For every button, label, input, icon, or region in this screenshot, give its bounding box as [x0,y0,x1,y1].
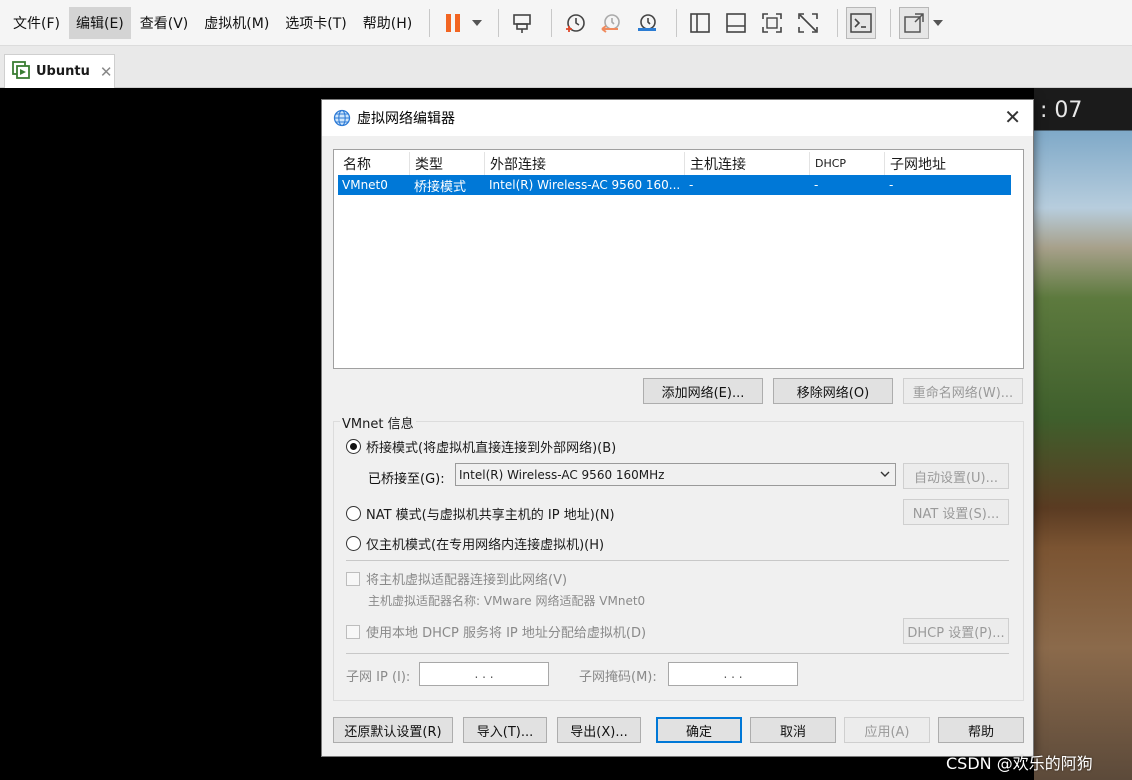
add-network-button[interactable]: 添加网络(E)... [643,378,763,404]
subnet-ip-field[interactable]: . . . [419,662,549,686]
guest-clock: : 07 [1040,98,1083,123]
radio-indicator [346,536,361,551]
menu-view[interactable]: 查看(V) [133,7,196,39]
bridged-to-label: 已桥接至(G): [368,472,445,487]
menu-bar: 文件(F) 编辑(E) 查看(V) 虚拟机(M) 选项卡(T) 帮助(H) [0,0,1132,46]
toolbar-separator [498,8,500,37]
dhcp-checkbox[interactable]: 使用本地 DHCP 服务将 IP 地址分配给虚拟机(D) [346,622,646,641]
show-library-icon[interactable] [685,7,715,39]
network-list[interactable]: 名称 类型 外部连接 主机连接 DHCP 子网地址 VMnet0 桥接模式 In… [333,149,1024,369]
host-only-radio[interactable]: 仅主机模式(在专用网络内连接虚拟机)(H) [346,534,604,553]
divider [346,560,1009,561]
checkbox-indicator [346,624,360,639]
auto-settings-button[interactable]: 自动设置(U)... [903,463,1009,489]
connect-adapter-checkbox[interactable]: 将主机虚拟适配器连接到此网络(V) [346,569,567,588]
export-button[interactable]: 导出(X)... [557,717,641,743]
cell-type: 桥接模式 [414,179,467,195]
close-icon[interactable]: ✕ [100,63,113,81]
adapter-name-text: 主机虚拟适配器名称: VMware 网络适配器 VMnet0 [368,594,646,608]
divider [346,653,1009,654]
watermark: CSDN @欢乐的阿狗 [946,754,1093,773]
remove-network-button[interactable]: 移除网络(O) [773,378,893,404]
toolbar-separator [429,8,431,37]
console-view-icon[interactable] [846,6,877,39]
full-screen-icon[interactable] [757,7,787,39]
chevron-down-icon [879,466,891,485]
menu-tabs[interactable]: 选项卡(T) [278,7,353,39]
cell-subnet: - [889,178,894,192]
tab-strip: Ubuntu ✕ [0,46,1132,88]
toolbar-separator [551,8,553,37]
send-keys-icon[interactable] [507,7,537,39]
column-header-host[interactable]: 主机连接 [685,152,810,175]
column-header-external[interactable]: 外部连接 [485,152,685,175]
cancel-button[interactable]: 取消 [750,717,836,743]
tab-ubuntu[interactable]: Ubuntu ✕ [4,54,115,88]
bridged-adapter-select[interactable]: Intel(R) Wireless-AC 9560 160MHz [455,463,896,486]
ok-button[interactable]: 确定 [656,717,742,743]
vm-icon [12,60,30,83]
dhcp-label: 使用本地 DHCP 服务将 IP 地址分配给虚拟机(D) [366,626,647,641]
cell-name: VMnet0 [342,178,388,192]
radio-indicator [346,439,361,454]
help-button[interactable]: 帮助 [938,717,1024,743]
toolbar-separator [837,8,839,37]
close-icon[interactable]: ✕ [1004,107,1021,127]
subnet-mask-field[interactable]: . . . [668,662,798,686]
snapshot-revert-icon[interactable] [596,7,626,39]
menu-help[interactable]: 帮助(H) [356,7,419,39]
thumbnail-bar-icon[interactable] [721,7,751,39]
dhcp-settings-button[interactable]: DHCP 设置(P)... [903,618,1009,644]
network-globe-icon [333,109,351,127]
restore-defaults-button[interactable]: 还原默认设置(R) [333,717,453,743]
toolbar-separator [890,8,892,37]
snapshot-manager-icon[interactable] [632,7,662,39]
cell-external: Intel(R) Wireless-AC 9560 160... [489,178,681,192]
nat-settings-button[interactable]: NAT 设置(S)... [903,499,1009,525]
bridged-adapter-value: Intel(R) Wireless-AC 9560 160MHz [459,467,665,482]
dialog-titlebar[interactable]: 虚拟网络编辑器 ✕ [322,100,1033,136]
toolbar-separator [676,8,678,37]
tab-label: Ubuntu [36,64,90,79]
nat-mode-radio[interactable]: NAT 模式(与虚拟机共享主机的 IP 地址)(N) [346,504,615,523]
menu-edit[interactable]: 编辑(E) [68,6,131,39]
virtual-network-editor-dialog: 虚拟网络编辑器 ✕ 名称 类型 外部连接 主机连接 DHCP 子网地址 VMne… [321,99,1034,757]
pause-icon[interactable] [438,7,468,39]
snapshot-take-icon[interactable] [560,7,590,39]
menu-vm[interactable]: 虚拟机(M) [197,7,276,39]
apply-button[interactable]: 应用(A) [844,717,930,743]
column-header-type[interactable]: 类型 [410,152,485,175]
radio-indicator [346,506,361,521]
dropdown-caret-icon[interactable] [470,7,484,39]
stretch-guest-icon[interactable] [899,6,930,39]
vmnet-info-label: VMnet 信息 [340,413,416,432]
column-header-name[interactable]: 名称 [338,152,410,175]
table-row[interactable]: VMnet0 桥接模式 Intel(R) Wireless-AC 9560 16… [338,175,1011,195]
column-header-dhcp[interactable]: DHCP [810,152,885,175]
dropdown-caret-icon[interactable] [931,7,945,39]
bridged-mode-label: 桥接模式(将虚拟机直接连接到外部网络)(B) [366,441,617,456]
desktop-wallpaper [1034,88,1132,780]
host-only-label: 仅主机模式(在专用网络内连接虚拟机)(H) [366,538,605,553]
table-header: 名称 类型 外部连接 主机连接 DHCP 子网地址 [338,152,1012,175]
subnet-ip-label: 子网 IP (I): [346,670,411,685]
import-button[interactable]: 导入(T)... [463,717,547,743]
unity-icon[interactable] [793,7,823,39]
nat-mode-label: NAT 模式(与虚拟机共享主机的 IP 地址)(N) [366,508,615,523]
column-header-subnet[interactable]: 子网地址 [885,152,1012,175]
cell-host: - [689,178,694,192]
checkbox-indicator [346,571,360,586]
dialog-title: 虚拟网络编辑器 [357,111,455,127]
menu-file[interactable]: 文件(F) [6,7,67,39]
subnet-mask-label: 子网掩码(M): [579,670,657,685]
cell-dhcp: - [814,178,819,192]
connect-adapter-label: 将主机虚拟适配器连接到此网络(V) [366,573,568,588]
rename-network-button[interactable]: 重命名网络(W)... [903,378,1023,404]
bridged-mode-radio[interactable]: 桥接模式(将虚拟机直接连接到外部网络)(B) [346,437,616,456]
